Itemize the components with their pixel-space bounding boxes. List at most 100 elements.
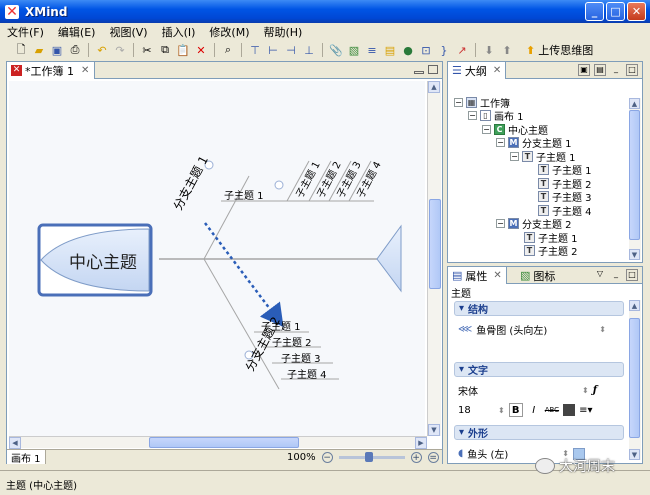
scroll-down-icon[interactable]: ▼ (629, 249, 640, 260)
central-topic-label[interactable]: 中心主题 (69, 248, 137, 273)
relationship-icon[interactable]: ↗ (455, 43, 469, 57)
zoom-slider[interactable] (338, 452, 405, 462)
branch1-child-1[interactable]: 子主题 1 (224, 187, 264, 202)
mindmap-canvas[interactable]: 中心主题 分支主题 1 子主题 1 子主题 1 子主题 2 子主题 3 子主题 … (9, 81, 425, 436)
note-icon[interactable]: ▤ (383, 43, 397, 57)
cut-icon[interactable]: ✂ (140, 43, 154, 57)
tree-node-b2-sub2[interactable]: T 子主题 2 (524, 244, 578, 258)
menu-file[interactable]: 文件(F) (0, 24, 51, 40)
subtopic-collapse-icon[interactable] (274, 180, 284, 190)
find-icon[interactable]: ⌕ (221, 43, 235, 57)
menu-view[interactable]: 视图(V) (102, 24, 154, 40)
shape-group-header[interactable]: ▾ 外形 (454, 425, 624, 440)
branch2-child-4[interactable]: 子主题 4 (287, 366, 327, 381)
collapse-icon[interactable]: − (496, 138, 505, 147)
spinner-icon[interactable]: ⬍ (498, 406, 505, 415)
collapse-icon[interactable]: − (482, 125, 491, 134)
italic-button[interactable]: I (527, 403, 541, 417)
zoom-fit-icon[interactable]: = (427, 452, 439, 463)
insert-topic-icon[interactable]: ⊤ (248, 43, 262, 57)
tree-node-branch2[interactable]: − M 分支主题 2 (496, 217, 572, 231)
properties-scroll-thumb[interactable] (629, 318, 640, 438)
expand-all-icon[interactable]: ▤ (594, 64, 606, 76)
vscroll-thumb[interactable] (429, 199, 441, 289)
delete-icon[interactable]: ✕ (194, 43, 208, 57)
insert-parent-icon[interactable]: ⊥ (302, 43, 316, 57)
outline-scrollbar[interactable]: ▲ ▼ (629, 98, 641, 260)
close-outline-icon[interactable]: ✕ (493, 65, 501, 76)
undo-icon[interactable]: ↶ (95, 43, 109, 57)
boundary-icon[interactable]: ⊡ (419, 43, 433, 57)
scroll-down-icon[interactable]: ▼ (629, 449, 640, 460)
structure-select[interactable]: ⋘ 鱼骨图 (头向左) ⬍ (458, 322, 606, 337)
tree-node-b1-sub1-1[interactable]: T 子主题 1 (538, 163, 592, 177)
copy-icon[interactable]: ⧉ (158, 43, 172, 57)
minimize-button[interactable]: _ (585, 2, 604, 21)
scroll-up-icon[interactable]: ▲ (629, 300, 640, 311)
close-button[interactable]: ✕ (627, 2, 646, 21)
hscroll-thumb[interactable] (149, 437, 299, 448)
tab-workbook[interactable]: ✕ *工作簿 1 ✕ (7, 62, 95, 79)
branch2-child-2[interactable]: 子主题 2 (272, 334, 312, 349)
view-menu-icon[interactable]: ▽ (594, 269, 606, 281)
drill-down-icon[interactable]: ⬇ (482, 43, 496, 57)
insert-before-icon[interactable]: ⊣ (284, 43, 298, 57)
collapse-icon[interactable]: − (496, 219, 505, 228)
save-icon[interactable]: ▣ (50, 43, 64, 57)
collapse-icon[interactable]: − (454, 98, 463, 107)
menu-insert[interactable]: 插入(I) (155, 24, 203, 40)
zoom-slider-knob[interactable] (364, 452, 373, 462)
scroll-up-icon[interactable]: ▲ (629, 98, 640, 109)
tree-node-branch1[interactable]: − M 分支主题 1 (496, 136, 572, 150)
collapse-icon[interactable]: − (510, 152, 519, 161)
structure-group-header[interactable]: ▾ 结构 (454, 301, 624, 316)
drill-up-icon[interactable]: ⬆ (500, 43, 514, 57)
zoom-out-icon[interactable]: − (321, 452, 333, 463)
text-color-button[interactable] (563, 404, 576, 416)
font-size-value[interactable]: 18 (458, 405, 494, 416)
bold-button[interactable]: B (508, 403, 523, 417)
summary-icon[interactable]: } (437, 43, 451, 57)
align-icon[interactable]: ≡▾ (579, 405, 592, 416)
properties-scrollbar[interactable]: ▲ ▼ (629, 300, 641, 460)
collapse-all-icon[interactable]: ▣ (578, 64, 590, 76)
collapse-icon[interactable]: − (468, 111, 477, 120)
menu-modify[interactable]: 修改(M) (202, 24, 256, 40)
hyperlink-icon[interactable]: ● (401, 43, 415, 57)
strikethrough-button[interactable]: ABC (545, 406, 559, 414)
sheet-tab[interactable]: 画布 1 (7, 450, 46, 465)
scroll-up-icon[interactable]: ▲ (428, 81, 440, 93)
minimize-panel-icon[interactable]: _ (610, 64, 622, 76)
redo-icon[interactable]: ↷ (113, 43, 127, 57)
tab-icons[interactable]: ▧ 图标 (520, 267, 555, 284)
spinner-icon[interactable]: ⬍ (599, 325, 606, 334)
tree-node-b1-sub1-3[interactable]: T 子主题 3 (538, 190, 592, 204)
maximize-button[interactable]: □ (606, 2, 625, 21)
menu-help[interactable]: 帮助(H) (256, 24, 309, 40)
outline-scroll-thumb[interactable] (629, 110, 640, 240)
tab-properties[interactable]: ▤ 属性 ✕ (448, 267, 507, 284)
menu-edit[interactable]: 编辑(E) (51, 24, 103, 40)
insert-subtopic-icon[interactable]: ⊢ (266, 43, 280, 57)
tree-node-sheet[interactable]: − ▯ 画布 1 (468, 109, 524, 123)
maximize-panel-icon[interactable]: □ (626, 269, 638, 281)
minimize-panel-icon[interactable]: _ (610, 269, 622, 281)
scroll-right-icon[interactable]: ▶ (415, 437, 427, 449)
font-name-select[interactable]: 宋体 ⬍ ƒ (458, 383, 597, 398)
font-picker-icon[interactable]: ƒ (593, 385, 597, 396)
new-icon[interactable]: 🗋 (14, 43, 28, 57)
relationship-arrow[interactable] (204, 222, 284, 327)
scroll-left-icon[interactable]: ◀ (9, 437, 21, 449)
scroll-down-icon[interactable]: ▼ (428, 424, 440, 436)
tab-outline[interactable]: ☰ 大纲 ✕ (448, 62, 507, 79)
image-icon[interactable]: ▧ (347, 43, 361, 57)
upload-mindmap-button[interactable]: ⬆ 上传思维图 (526, 42, 593, 58)
paste-icon[interactable]: 📋 (176, 43, 190, 57)
zoom-in-icon[interactable]: + (410, 452, 422, 463)
branch2-child-3[interactable]: 子主题 3 (281, 350, 321, 365)
open-icon[interactable]: ▰ (32, 43, 46, 57)
maximize-panel-icon[interactable]: □ (626, 64, 638, 76)
print-icon[interactable]: ⎙ (68, 43, 82, 57)
maximize-view-icon[interactable] (428, 65, 438, 74)
close-properties-icon[interactable]: ✕ (493, 270, 501, 281)
